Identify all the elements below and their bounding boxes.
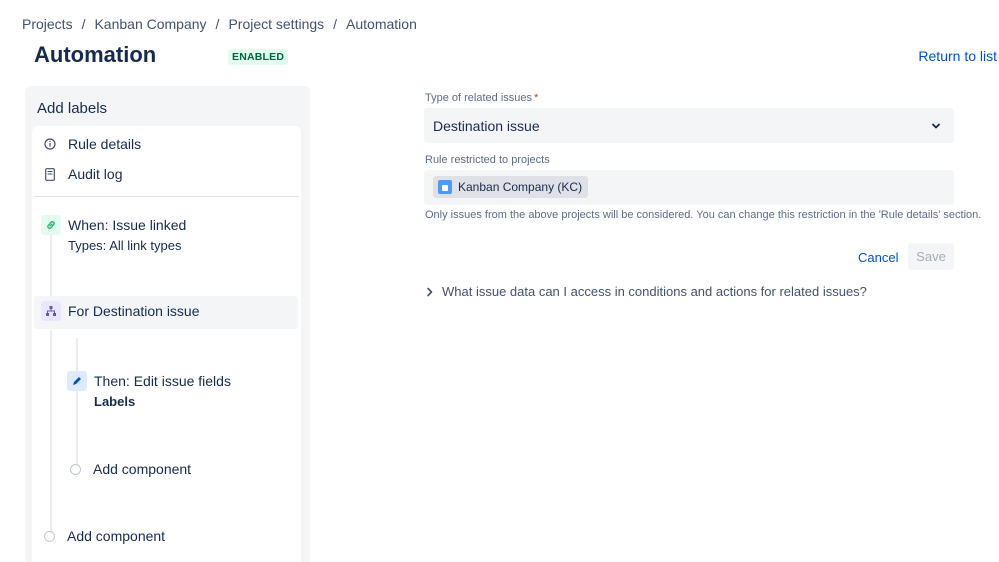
projects-field[interactable]: Kanban Company (KC)	[424, 170, 954, 205]
chevron-right-icon	[426, 287, 434, 297]
breadcrumb-separator: /	[215, 16, 220, 32]
trigger-label: When: Issue linked	[68, 217, 187, 233]
faq-expander[interactable]: What issue data can I access in conditio…	[426, 284, 867, 299]
action-sublabel: Labels	[94, 394, 136, 409]
branch-icon	[41, 301, 61, 321]
related-issues-select[interactable]: Destination issue	[424, 108, 954, 143]
related-issues-label-text: Type of related issues	[425, 92, 533, 104]
link-icon	[41, 215, 61, 235]
divider	[34, 196, 299, 197]
chevron-down-icon	[930, 119, 942, 135]
projects-label: Rule restricted to projects	[425, 154, 550, 166]
rule-details-label: Rule details	[68, 136, 142, 152]
rule-name: Add labels	[37, 100, 108, 117]
trigger-sublabel: Types: All link types	[68, 238, 182, 253]
helper-text: Only issues from the above projects will…	[425, 209, 982, 221]
return-to-list-link[interactable]: Return to list	[918, 48, 997, 64]
page-title: Automation	[34, 42, 157, 67]
branch-step[interactable]: For Destination issue	[41, 301, 200, 321]
branch-label: For Destination issue	[68, 303, 200, 319]
action-step[interactable]: Then: Edit issue fields Labels	[67, 371, 231, 409]
breadcrumb-separator: /	[333, 16, 338, 32]
related-issues-label: Type of related issues *	[425, 92, 538, 104]
add-component-node	[44, 531, 55, 542]
info-icon	[44, 137, 56, 151]
audit-log-label: Audit log	[68, 166, 123, 182]
trigger-step[interactable]: When: Issue linked Types: All link types	[41, 215, 186, 253]
connector-line	[50, 330, 52, 536]
add-component-outer-button[interactable]: Add component	[67, 528, 165, 544]
breadcrumb-projects[interactable]: Projects	[22, 16, 73, 32]
add-component-inner-button[interactable]: Add component	[93, 461, 191, 477]
action-label: Then: Edit issue fields	[94, 373, 231, 389]
project-avatar-icon	[438, 180, 452, 194]
audit-log-link[interactable]: Audit log	[44, 166, 122, 182]
required-marker: *	[534, 92, 539, 104]
breadcrumb-separator: /	[81, 16, 86, 32]
related-issues-value: Destination issue	[433, 117, 540, 134]
rule-card: Rule details Audit log When: Issue linke…	[32, 126, 301, 562]
breadcrumb-kanban-company[interactable]: Kanban Company	[94, 16, 206, 32]
breadcrumb-automation[interactable]: Automation	[346, 16, 417, 32]
cancel-button[interactable]: Cancel	[850, 244, 906, 270]
document-icon	[44, 167, 56, 181]
breadcrumb-project-settings[interactable]: Project settings	[228, 16, 324, 32]
pencil-icon	[67, 371, 87, 391]
rule-details-link[interactable]: Rule details	[44, 136, 141, 152]
save-button[interactable]: Save	[908, 243, 954, 270]
project-tag[interactable]: Kanban Company (KC)	[433, 176, 589, 198]
add-component-node	[70, 464, 81, 475]
status-badge: ENABLED	[228, 49, 289, 65]
breadcrumb: Projects / Kanban Company / Project sett…	[22, 16, 417, 32]
project-tag-label: Kanban Company (KC)	[458, 180, 583, 194]
rule-panel: Add labels Rule details Audit log When: …	[25, 86, 310, 562]
faq-label: What issue data can I access in conditio…	[442, 284, 867, 299]
